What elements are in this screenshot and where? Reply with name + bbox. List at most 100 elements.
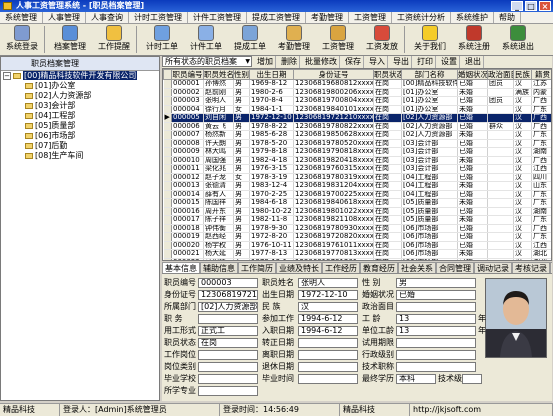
grad-field[interactable]	[198, 374, 258, 384]
menu-item[interactable]: 提成工资管理	[247, 12, 306, 23]
nation-field[interactable]: 汉	[298, 302, 358, 312]
column-header[interactable]: 籍贯	[531, 69, 551, 80]
table-row[interactable]: 000002 赵前刚男 1980-2-6 12306819800206xxxx 在岗 [0…	[163, 88, 551, 97]
id-field[interactable]: 000003	[198, 278, 258, 288]
filter-button[interactable]: 导出	[391, 56, 412, 68]
table-row[interactable]: 000014 薛有人男 1970-2-25 12306819700225xxxx 在岗[…	[163, 190, 551, 199]
tree-node[interactable]: [07]后勤	[1, 141, 159, 151]
tab[interactable]: 合同管理	[436, 262, 474, 273]
column-header[interactable]: 身份证号	[293, 69, 374, 80]
table-row[interactable]: 000018 钟伟衡男 1978-9-30 12306819780930xxxx 在岗[…	[163, 224, 551, 233]
leave-field[interactable]	[298, 350, 358, 360]
menu-item[interactable]: 帮助	[494, 12, 521, 23]
tab[interactable]: 社会关系	[398, 262, 436, 273]
filter-button[interactable]: 导入	[367, 56, 388, 68]
tab[interactable]: 调动记录	[474, 262, 512, 273]
tree-node[interactable]: [04]工程部	[1, 111, 159, 121]
filter-button[interactable]: 删除	[279, 56, 300, 68]
name-field[interactable]: 张明人	[298, 278, 358, 288]
unitage-field[interactable]: 13	[396, 326, 476, 336]
table-row[interactable]: 000011 梁化兆男 1976-3-15 12306819760315xxxx 在岗[…	[163, 164, 551, 174]
column-header[interactable]: 政治面目	[487, 69, 514, 80]
close-button[interactable]: ×	[539, 1, 551, 11]
table-row[interactable]: 000013 张德清男 1983-12-4 12306819831204xxxx 在岗[…	[163, 181, 551, 191]
toolbar-button-2[interactable]: 档案管理	[48, 24, 92, 56]
tree-node[interactable]: [08]生产车间	[1, 151, 159, 161]
tech-field[interactable]	[396, 362, 476, 372]
graddate-field[interactable]	[298, 374, 358, 384]
dept-field[interactable]: [02]人力资源部	[198, 302, 258, 312]
column-header[interactable]: 性别	[233, 69, 250, 80]
menu-item[interactable]: 计件工资管理	[188, 12, 247, 23]
toolbar-button-4[interactable]: 计时工单	[140, 24, 184, 56]
workdate-field[interactable]: 1994-6-12	[298, 314, 358, 324]
contract-field[interactable]	[298, 338, 358, 348]
birth-field[interactable]: 1972-12-10	[298, 290, 358, 300]
table-row[interactable]: ▶ 000005 刘自闲男 1972-12-10 12306819721210xxxx 在…	[163, 113, 551, 123]
table-row[interactable]: 000007 杨然新男 1985-6-28 12306819850628xxxx 在岗[…	[163, 130, 551, 140]
tree-node[interactable]: [05]质量部	[1, 121, 159, 131]
minimize-button[interactable]: _	[511, 1, 523, 11]
column-header[interactable]: 职员状态	[373, 69, 402, 80]
tab[interactable]: 基本信息	[162, 262, 200, 273]
table-row[interactable]: 000010 周国强男 1982-4-18 12306819820418xxxx 在岗[…	[163, 156, 551, 165]
tab[interactable]: 培训记录	[550, 262, 552, 273]
tab[interactable]: 教育经历	[360, 262, 398, 273]
admin-field[interactable]	[396, 350, 476, 360]
major-field[interactable]	[198, 386, 258, 396]
status-filter-select[interactable]: 所有状态的职员档案	[162, 56, 252, 67]
filter-button[interactable]: 打印	[415, 56, 436, 68]
toolbar-button-11[interactable]: 系统注册	[452, 24, 496, 56]
menu-item[interactable]: 计时工资管理	[129, 12, 188, 23]
column-header[interactable]: 婚姻状况	[457, 69, 488, 80]
postcat-field[interactable]	[198, 362, 258, 372]
menu-item[interactable]: 工资管理	[349, 12, 392, 23]
tree-node[interactable]: [03]会计部	[1, 101, 159, 111]
tree-node[interactable]: [02]人力资源部	[1, 91, 159, 101]
column-header[interactable]: 职员姓名	[203, 69, 234, 80]
table-row[interactable]: 000003 张明人男 1970-8-4 12306819700804xxxx 在岗 [0…	[163, 96, 551, 106]
toolbar-button-8[interactable]: 工资管理	[316, 24, 360, 56]
filter-button[interactable]: 退出	[463, 56, 484, 68]
tab[interactable]: 工作简历	[238, 262, 276, 273]
table-row[interactable]: 000019 赵西经男 1972-8-20 12306819720820xxxx 在岗[…	[163, 232, 551, 242]
table-row[interactable]: 000016 周开东男 1980-10-22 12306819801022xxxx 在岗…	[163, 207, 551, 216]
column-header[interactable]: 出生日期	[249, 69, 294, 80]
tab[interactable]: 辅助信息	[200, 262, 238, 273]
filter-button[interactable]: 增加	[255, 56, 276, 68]
retire-field[interactable]	[298, 362, 358, 372]
menu-item[interactable]: 系统维护	[451, 12, 494, 23]
tab[interactable]: 考核记录	[512, 262, 550, 273]
toolbar-button-9[interactable]: 工资发放	[360, 24, 404, 56]
column-header[interactable]: 职员编号	[171, 69, 204, 80]
filter-button[interactable]: 批量修改	[303, 56, 340, 68]
age-field[interactable]: 13	[396, 314, 476, 324]
table-row[interactable]: 000004 徐行月女 1984-1-1 12306819840101xxxx 在岗 [0…	[163, 105, 551, 114]
tree-node[interactable]: [01]办公室	[1, 81, 159, 91]
column-header[interactable]: 民族	[513, 69, 532, 80]
menu-item[interactable]: 系统管理	[0, 12, 43, 23]
toolbar-button-5[interactable]: 计件工单	[184, 24, 228, 56]
menu-item[interactable]: 人事查询	[86, 12, 129, 23]
techlv-field[interactable]	[462, 374, 482, 384]
table-row[interactable]: 000008 许天朗男 1978-5-20 12306819780520xxxx 在岗[…	[163, 139, 551, 148]
menu-item[interactable]: 考勤管理	[306, 12, 349, 23]
toolbar-button-12[interactable]: 系统退出	[496, 24, 540, 56]
table-row[interactable]: 000017 陈子祥男 1982-11-8 12306819821108xxxx 在岗[…	[163, 215, 551, 225]
idcard-field[interactable]: 12306819721210xxxx	[198, 290, 258, 300]
toolbar-button-6[interactable]: 提成工单	[228, 24, 272, 56]
entrydate-field[interactable]: 1994-6-12	[298, 326, 358, 336]
tab[interactable]: 工作经历	[322, 262, 360, 273]
toolbar-button-1[interactable]: 系统登录	[0, 24, 44, 56]
tree-root-node[interactable]: − [00]精品科技软件开发有限公司	[1, 71, 159, 81]
politic-field[interactable]	[396, 302, 476, 312]
edu-field[interactable]: 本科	[396, 374, 436, 384]
marital-field[interactable]: 已婚	[396, 290, 476, 300]
table-row[interactable]: 000015 陈国祥男 1984-6-18 12306819840618xxxx 在岗[…	[163, 198, 551, 208]
table-row[interactable]: 000020 杨宇权男 1976-10-11 12306819761011xxxx 在岗…	[163, 241, 551, 250]
toolbar-button-3[interactable]: 工作提醒	[92, 24, 136, 56]
tab[interactable]: 业绩及特长	[276, 262, 322, 273]
table-row[interactable]: 000001 孙博然男 1969-8-12 12306819680812xxxx 在岗[…	[163, 79, 551, 89]
column-header[interactable]: 部门名称	[401, 69, 458, 80]
filter-button[interactable]: 设置	[439, 56, 460, 68]
